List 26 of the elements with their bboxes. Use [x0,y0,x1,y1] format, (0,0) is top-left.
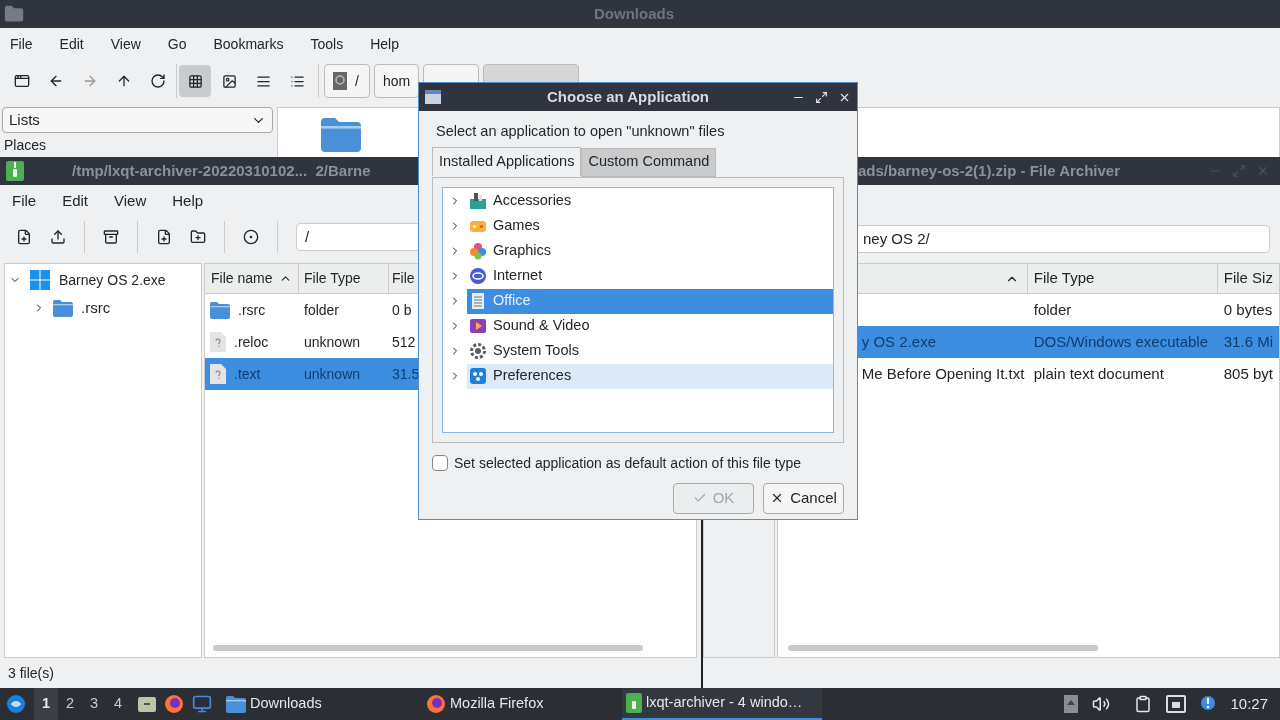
table-cell: unknown [304,333,361,350]
window-title: /tmp/lxqt-archiver-20220310102... 2/Barne [72,160,371,181]
clock: 10:27 [1230,693,1268,714]
side-pane-heading: Places [3,137,48,153]
table-cell: folder [304,301,340,318]
status-text: 3 file(s) [8,663,54,683]
table-cell-text: .text [234,364,261,384]
table-cell: unknown [304,365,361,382]
table-cell: 512 [392,333,416,350]
table-cell: 31.5 [392,365,420,382]
table-cell: DOS/Windows executable [1033,332,1209,350]
checkbox-label: Set selected application as default action of this file type [454,453,802,473]
table-cell-text: .reloc [234,332,269,352]
table-cell: 0 bytes [1223,300,1273,318]
table-cell: 805 byt [1223,364,1273,382]
table-cell-text: .rsrc [238,300,266,320]
table-cell: Me Before Opening It.txt [861,364,1025,382]
table-cell: plain text document [1033,364,1164,382]
window-title: Downloads [594,3,674,24]
dialog-title: Choose an Application [547,86,709,107]
prompt-text: Select an application to open "unknown" files [436,122,726,141]
window-title: ads/barney-os-2(1).zip - File Archiver [858,160,1121,181]
table-cell: folder [1033,300,1072,318]
table-cell: 31.6 Mi [1223,332,1273,350]
table-cell: 0 b [392,301,412,318]
table-cell: y OS 2.exe [861,332,936,350]
